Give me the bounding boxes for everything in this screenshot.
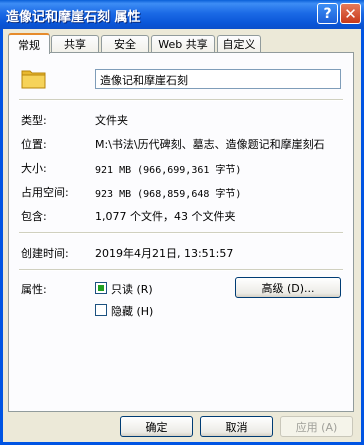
tab-security[interactable]: 安全 [101,35,149,52]
window-title: 造像记和摩崖石刻 属性 [6,10,141,25]
separator [19,232,343,234]
tab-web-sharing[interactable]: Web 共享 [151,35,215,52]
folder-icon [21,70,46,89]
hidden-checkbox[interactable] [95,304,107,316]
created-value: 2019年4月21日, 13:51:57 [95,247,234,260]
type-value: 文件夹 [95,114,128,127]
tab-customize[interactable]: 自定义 [217,35,261,52]
cancel-button[interactable]: 取消 [200,416,273,437]
ok-button[interactable]: 确定 [120,416,193,437]
location-label: 位置: [21,138,47,151]
size-label: 大小: [21,162,47,175]
hidden-label[interactable]: 隐藏 (H) [111,303,153,319]
title-bar[interactable]: 造像记和摩崖石刻 属性 ? ✕ [0,0,364,29]
readonly-checkbox[interactable] [95,282,107,294]
dialog-client: 常规 共享 安全 Web 共享 自定义 造像记和摩崖石刻 类型: 文件夹 位置:… [3,29,361,442]
size-on-disk-value: 923 MB (968,859,648 字节) [95,189,242,200]
help-button[interactable]: ? [317,3,338,24]
tab-general[interactable]: 常规 [8,33,50,54]
properties-window: 造像记和摩崖石刻 属性 ? ✕ 常规 共享 安全 Web 共享 自定义 造像记和… [0,0,364,445]
folder-name-field[interactable]: 造像记和摩崖石刻 [95,69,341,89]
type-label: 类型: [21,114,47,127]
contains-value: 1,077 个文件，43 个文件夹 [95,210,236,223]
close-icon: ✕ [344,4,357,23]
advanced-button[interactable]: 高级 (D)... [235,277,341,298]
location-value: M:\书法\历代碑刻、墓志、造像题记和摩崖刻石 [95,138,325,151]
separator [19,99,343,101]
readonly-label[interactable]: 只读 (R) [111,281,153,297]
general-panel: 造像记和摩崖石刻 类型: 文件夹 位置: M:\书法\历代碑刻、墓志、造像题记和… [8,52,354,412]
size-on-disk-label: 占用空间: [21,186,69,199]
size-value: 921 MB (966,699,361 字节) [95,165,242,176]
help-icon: ? [323,5,332,22]
apply-button[interactable]: 应用 (A) [280,416,353,437]
contains-label: 包含: [21,210,47,223]
attributes-label: 属性: [21,283,47,296]
tab-sharing[interactable]: 共享 [51,35,99,52]
created-label: 创建时间: [21,247,69,260]
separator [19,269,343,271]
close-button[interactable]: ✕ [340,3,361,24]
